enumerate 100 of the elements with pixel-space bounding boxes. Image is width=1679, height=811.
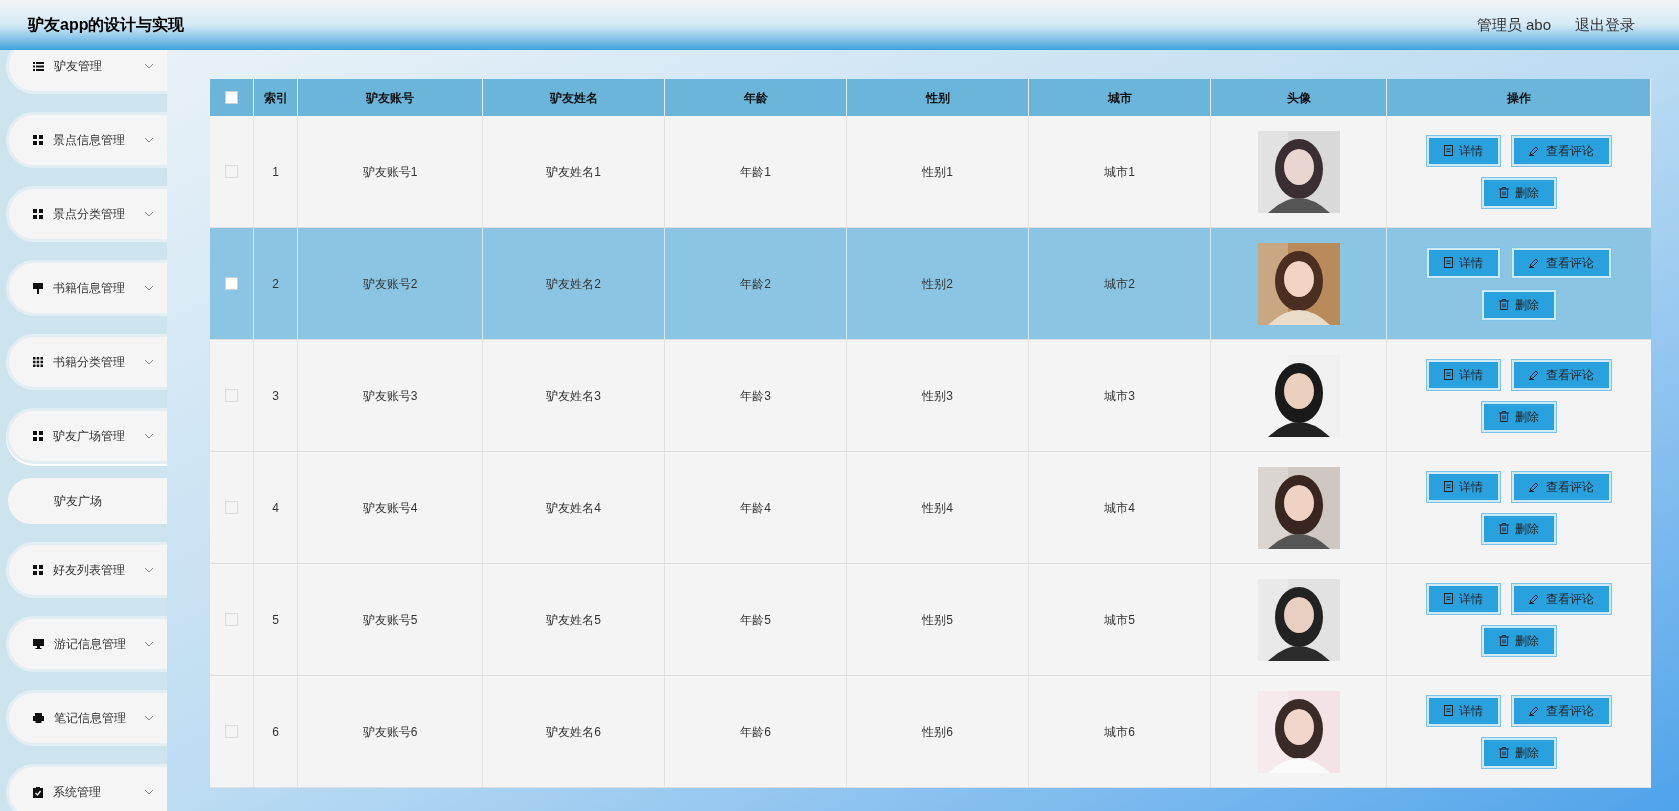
checkbox[interactable]	[225, 613, 238, 626]
checkbox[interactable]	[225, 277, 238, 290]
table-cell-text: 驴友姓名3	[546, 387, 601, 405]
details-button[interactable]: 详情	[1427, 583, 1500, 614]
table-cell-text: 驴友账号2	[362, 275, 418, 293]
table-cell-text: 城市5	[1104, 611, 1135, 629]
delete-button[interactable]: 删除	[1482, 177, 1556, 208]
table-row[interactable]: 6 驴友账号6 驴友姓名6 年龄6 性别6 城市6 详情 查看评论 删除	[210, 676, 1651, 788]
checkbox[interactable]	[225, 725, 238, 738]
monitor-icon	[33, 639, 44, 649]
table-cell-text: 年龄6	[740, 723, 771, 741]
table-row[interactable]: 4 驴友账号4 驴友姓名4 年龄4 性别4 城市4 详情 查看评论 删除	[210, 452, 1651, 564]
trash-icon	[1499, 635, 1509, 646]
document-icon	[1444, 369, 1453, 380]
clipboard-icon	[33, 786, 43, 798]
comments-button[interactable]: 查看评论	[1512, 695, 1611, 726]
table-cell-text: 驴友账号3	[362, 387, 418, 405]
table-cell-text: 性别1	[922, 163, 953, 181]
menu-item[interactable]: 驴友广场管理	[6, 408, 167, 464]
comments-button[interactable]: 查看评论	[1512, 247, 1611, 278]
table-row[interactable]: 2 驴友账号2 驴友姓名2 年龄2 性别2 城市2 详情 查看评论 删除	[210, 228, 1651, 340]
chevron-down-icon	[144, 641, 154, 647]
checkbox[interactable]	[225, 389, 238, 402]
submenu-item[interactable]: 驴友广场	[8, 478, 167, 524]
chevron-down-icon	[144, 137, 154, 143]
document-icon	[1444, 705, 1453, 716]
menu-item[interactable]: 书籍信息管理	[6, 260, 167, 316]
checkbox[interactable]	[225, 91, 238, 104]
comments-button[interactable]: 查看评论	[1512, 359, 1611, 390]
chevron-down-icon	[144, 433, 154, 439]
table-cell-text: 3	[272, 387, 279, 405]
details-button[interactable]: 详情	[1427, 359, 1500, 390]
checkbox[interactable]	[225, 501, 238, 514]
document-icon	[1444, 145, 1453, 156]
chevron-down-icon	[144, 211, 154, 217]
trash-icon	[1499, 747, 1509, 758]
menu-item[interactable]: 书籍分类管理	[6, 334, 167, 390]
table-cell-text: 5	[272, 611, 279, 629]
table-cell-text: 驴友账号6	[362, 723, 418, 741]
comments-button[interactable]: 查看评论	[1512, 583, 1611, 614]
pencil-icon	[1529, 481, 1540, 492]
table-cell-text: 驴友姓名4	[546, 499, 601, 517]
table-cell-text: 年龄3	[740, 387, 771, 405]
document-icon	[1444, 257, 1453, 268]
table-cell-text: 城市1	[1104, 163, 1135, 181]
menu-item[interactable]: 驴友管理	[6, 50, 167, 94]
table-cell-text: 年龄1	[740, 163, 771, 181]
table-cell-text: 驴友账号1	[362, 163, 418, 181]
table-cell-text: 性别5	[922, 611, 953, 629]
trash-icon	[1499, 299, 1509, 310]
comments-button[interactable]: 查看评论	[1512, 471, 1611, 502]
app-title: 驴友app的设计与实现	[28, 15, 185, 35]
table-row[interactable]: 3 驴友账号3 驴友姓名3 年龄3 性别3 城市3 详情 查看评论 删除	[210, 340, 1651, 452]
menu-item[interactable]: 笔记信息管理	[6, 690, 167, 746]
table-cell-text: 性别2	[922, 275, 953, 293]
stamp-icon	[33, 282, 43, 294]
menu-item[interactable]: 好友列表管理	[6, 542, 167, 598]
menu-item[interactable]: 系统管理	[6, 764, 167, 811]
chevron-down-icon	[144, 359, 154, 365]
table-cell-text: 性别4	[922, 499, 953, 517]
table-cell-text: 驴友姓名6	[546, 723, 601, 741]
chevron-down-icon	[144, 285, 154, 291]
checkbox[interactable]	[225, 165, 238, 178]
menu-item[interactable]: 景点分类管理	[6, 186, 167, 242]
admin-label: 管理员 abo	[1476, 14, 1551, 35]
trash-icon	[1499, 187, 1509, 198]
table-cell-text: 驴友账号5	[362, 611, 418, 629]
table-cell-text: 驴友姓名5	[546, 611, 601, 629]
details-button[interactable]: 详情	[1427, 695, 1500, 726]
details-button[interactable]: 详情	[1427, 247, 1500, 278]
grid-icon	[33, 209, 43, 219]
trash-icon	[1499, 411, 1509, 422]
list-icon	[33, 61, 44, 71]
table-cell-text: 城市4	[1104, 499, 1135, 517]
menu-item[interactable]: 游记信息管理	[6, 616, 167, 672]
delete-button[interactable]: 删除	[1482, 625, 1556, 656]
pencil-icon	[1529, 705, 1540, 716]
delete-button[interactable]: 删除	[1482, 737, 1556, 768]
chevron-down-icon	[144, 567, 154, 573]
table-row[interactable]: 5 驴友账号5 驴友姓名5 年龄5 性别5 城市5 详情 查看评论 删除	[210, 564, 1651, 676]
table-row[interactable]: 1 驴友账号1 驴友姓名1 年龄1 性别1 城市1 详情 查看评论 删除	[210, 116, 1651, 228]
grid-icon	[33, 565, 43, 575]
delete-button[interactable]: 删除	[1482, 289, 1556, 320]
details-button[interactable]: 详情	[1427, 471, 1500, 502]
trash-icon	[1499, 523, 1509, 534]
menu-item[interactable]: 景点信息管理	[6, 112, 167, 168]
chevron-down-icon	[144, 789, 154, 795]
document-icon	[1444, 593, 1453, 604]
table-cell-text: 年龄5	[740, 611, 771, 629]
details-button[interactable]: 详情	[1427, 135, 1500, 166]
grid-icon	[33, 431, 43, 441]
chevron-down-icon	[144, 63, 154, 69]
delete-button[interactable]: 删除	[1482, 401, 1556, 432]
table-cell-text: 城市6	[1104, 723, 1135, 741]
comments-button[interactable]: 查看评论	[1512, 135, 1611, 166]
table-cell-text: 年龄4	[740, 499, 771, 517]
delete-button[interactable]: 删除	[1482, 513, 1556, 544]
logout-link[interactable]: 退出登录	[1575, 13, 1635, 37]
chevron-down-icon	[144, 715, 154, 721]
table-cell-text: 城市3	[1104, 387, 1135, 405]
